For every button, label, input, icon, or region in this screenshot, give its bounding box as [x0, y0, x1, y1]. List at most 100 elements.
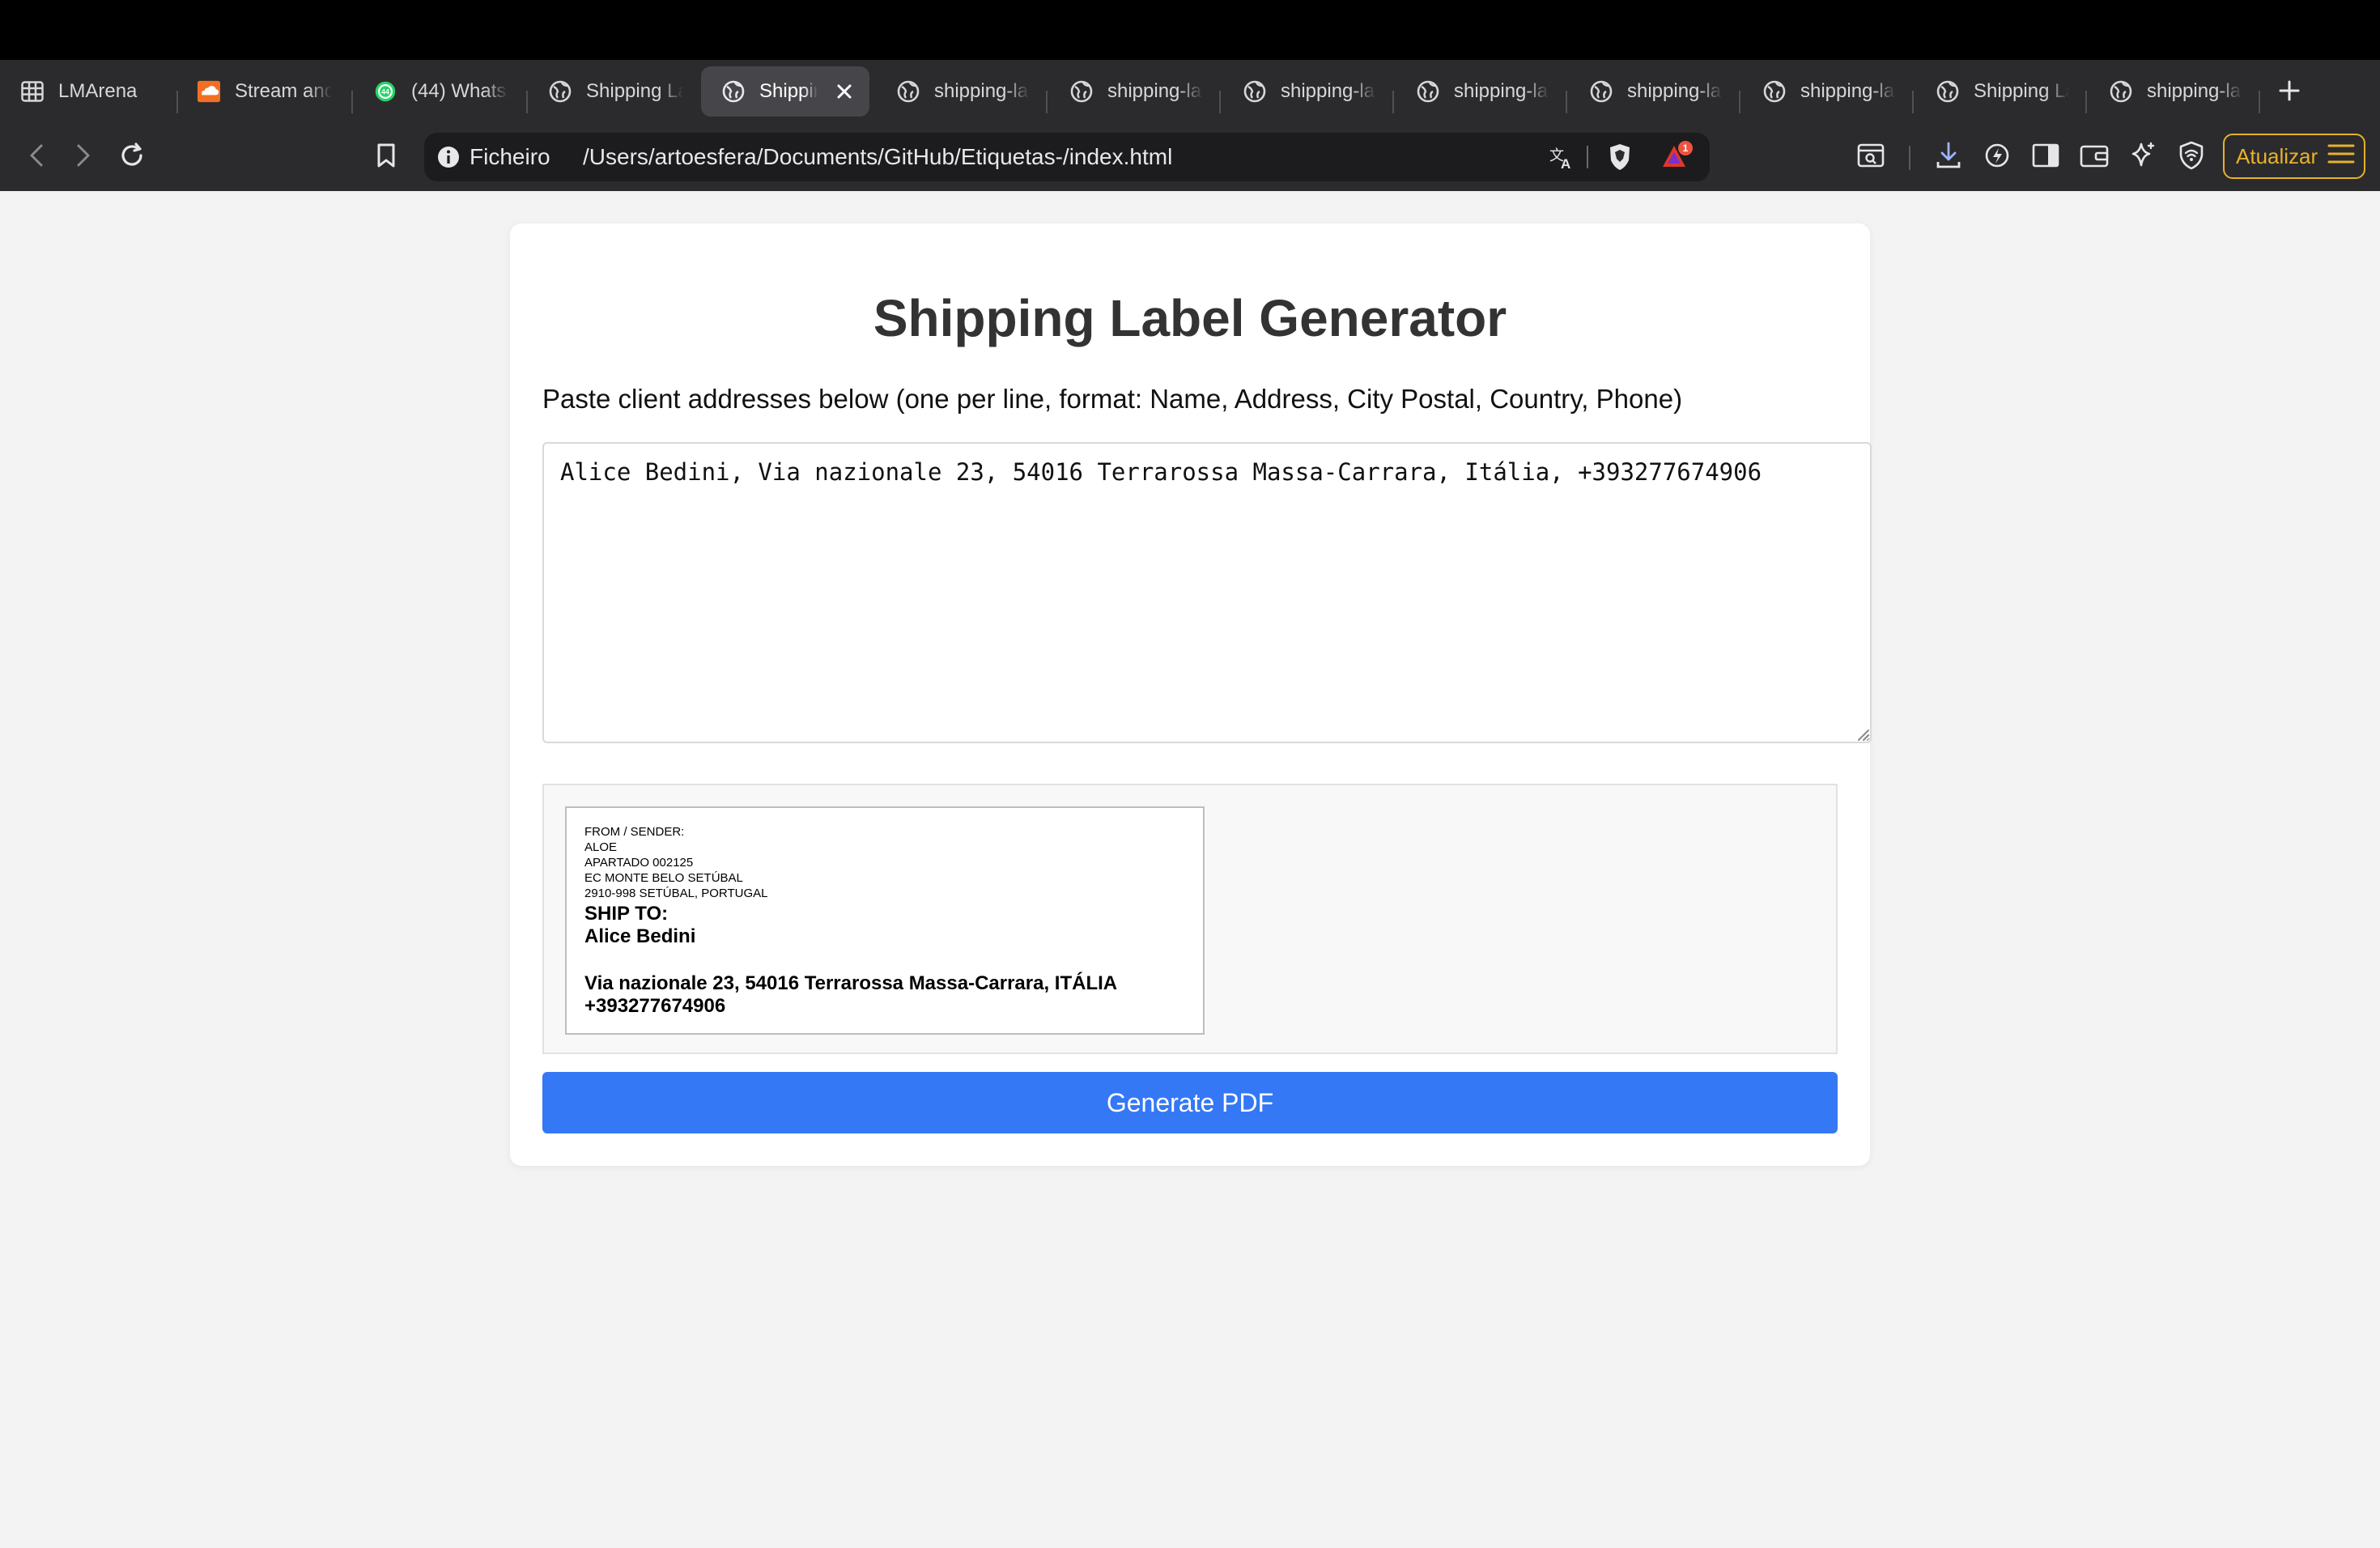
speed-reader-icon — [1983, 142, 2011, 173]
sender-name: ALOE — [584, 840, 618, 854]
globe-icon — [722, 80, 745, 103]
reload-button[interactable] — [113, 138, 151, 176]
generate-pdf-button[interactable]: Generate PDF — [542, 1072, 1838, 1133]
sender-heading: FROM / SENDER: — [584, 825, 685, 839]
tab-label: Stream and listen — [235, 80, 332, 102]
sidebar-icon — [2032, 143, 2059, 172]
tab-label: shipping-label — [1627, 80, 1723, 102]
globe-icon — [1070, 80, 1093, 103]
sparkle-icon — [2128, 141, 2157, 174]
brave-rewards-icon[interactable]: 1 — [1661, 141, 1694, 172]
update-label: Atualizar — [2236, 143, 2318, 168]
screenshot-search-button[interactable] — [1852, 138, 1889, 176]
grid-table-icon — [21, 80, 44, 103]
tab-label: (44) WhatsApp — [411, 80, 508, 102]
reload-icon — [118, 142, 146, 173]
chevron-right-icon — [75, 143, 91, 172]
rewards-badge-count: 1 — [1683, 142, 1689, 154]
recipient-phone: +393277674906 — [584, 995, 726, 1017]
download-icon — [1935, 141, 1962, 174]
sidebar-toggle-button[interactable] — [2027, 138, 2064, 176]
toolbar-divider — [1909, 146, 1910, 170]
hamburger-menu-icon — [2327, 143, 2355, 170]
generator-card: Shipping Label Generator Paste client ad… — [510, 223, 1872, 1166]
labels-preview: FROM / SENDER: ALOE APARTADO 002125 EC M… — [542, 784, 1838, 1054]
address-bar[interactable]: Ficheiro /Users/artoesfera/Documents/Git… — [424, 133, 1710, 181]
tab-shipping-2[interactable]: shipping-label — [876, 66, 1046, 117]
tab-separator — [1046, 91, 1048, 113]
whatsapp-icon: 44 — [374, 80, 397, 103]
addresses-textarea[interactable]: Alice Bedini, Via nazionale 23, 54016 Te… — [542, 442, 1872, 743]
tab-shipping-5[interactable]: shipping-label — [1396, 66, 1566, 117]
bookmark-button[interactable] — [368, 138, 405, 176]
address-bar-divider — [1587, 146, 1588, 168]
tab-label: Shipping Label — [586, 80, 683, 102]
globe-icon — [897, 80, 920, 103]
bookmark-icon — [376, 142, 397, 172]
tab-lmarena[interactable]: LMArena — [0, 66, 175, 117]
forward-button[interactable] — [65, 138, 102, 176]
tab-label: shipping-label — [934, 80, 1030, 102]
tab-label: shipping-label — [1107, 80, 1203, 102]
shield-wifi-icon — [2178, 141, 2204, 174]
tab-shipping-4[interactable]: shipping-label — [1222, 66, 1392, 117]
tab-strip: LMArena Stream and listen 44 (44) WhatsA… — [0, 60, 2380, 123]
globe-icon — [1417, 80, 1439, 103]
globe-icon — [1243, 80, 1266, 103]
recipient-name: Alice Bedini — [584, 925, 696, 947]
globe-icon — [1763, 80, 1786, 103]
downloads-button[interactable] — [1930, 138, 1967, 176]
info-icon[interactable] — [437, 146, 460, 168]
svg-text:A: A — [1561, 156, 1570, 172]
browser-toolbar: Ficheiro /Users/artoesfera/Documents/Git… — [0, 123, 2380, 191]
leo-ai-button[interactable] — [2124, 138, 2161, 176]
shipping-label: FROM / SENDER: ALOE APARTADO 002125 EC M… — [565, 806, 1205, 1035]
tab-shipping-6[interactable]: shipping-label — [1569, 66, 1739, 117]
globe-icon — [1936, 80, 1959, 103]
tab-label: shipping-label — [1281, 80, 1376, 102]
resize-grip-icon[interactable] — [1854, 725, 1870, 742]
tab-label: Shipping Label — [759, 80, 818, 102]
chevron-left-icon — [28, 143, 45, 172]
svg-text:44: 44 — [381, 88, 389, 96]
plus-icon — [2279, 80, 2300, 105]
page-title: Shipping Label Generator — [873, 289, 1507, 347]
tab-separator — [1912, 91, 1914, 113]
tab-separator — [1739, 91, 1740, 113]
tab-shipping-active[interactable]: Shipping Label — [701, 66, 869, 117]
ship-to-heading: SHIP TO: — [584, 903, 669, 925]
back-button[interactable] — [18, 138, 55, 176]
tab-label: Shipping Label — [1974, 80, 2069, 102]
tab-soundcloud[interactable]: Stream and listen — [178, 66, 350, 117]
tab-shipping-8[interactable]: Shipping Label — [1915, 66, 2085, 117]
new-tab-button[interactable] — [2272, 74, 2307, 110]
tab-separator — [1219, 91, 1221, 113]
tab-shipping-3[interactable]: shipping-label — [1049, 66, 1219, 117]
tab-separator — [2259, 91, 2260, 113]
tab-shipping-9[interactable]: shipping-label — [2089, 66, 2259, 117]
window-titlebar — [0, 0, 2380, 60]
tab-separator — [2085, 91, 2087, 113]
tab-whatsapp[interactable]: 44 (44) WhatsApp — [353, 66, 525, 117]
translate-icon[interactable]: 文A — [1548, 144, 1575, 172]
tab-label: shipping-label — [2147, 80, 2242, 102]
tab-shipping-7[interactable]: shipping-label — [1742, 66, 1912, 117]
vpn-button[interactable] — [2173, 138, 2210, 176]
instructions-text: Paste client addresses below (one per li… — [542, 384, 1683, 414]
wallet-icon — [2080, 143, 2109, 172]
recipient-address: Via nazionale 23, 54016 Terrarossa Massa… — [584, 972, 1118, 994]
capture-search-icon — [1857, 143, 1885, 172]
wallet-button[interactable] — [2076, 138, 2113, 176]
url-text[interactable]: /Users/artoesfera/Documents/GitHub/Etiqu… — [583, 144, 1172, 170]
globe-icon — [549, 80, 572, 103]
sender-po-box: APARTADO 002125 — [584, 856, 694, 870]
brave-shields-icon[interactable] — [1606, 142, 1634, 172]
tab-separator — [1566, 91, 1567, 113]
tab-label: shipping-label — [1454, 80, 1549, 102]
tab-shipping-1[interactable]: Shipping Label — [528, 66, 698, 117]
close-tab-icon[interactable] — [831, 78, 858, 105]
page-scheme-label: Ficheiro — [470, 144, 550, 169]
leo-button[interactable] — [1978, 138, 2016, 176]
update-browser-button[interactable]: Atualizar — [2223, 134, 2365, 179]
globe-icon — [1590, 80, 1613, 103]
